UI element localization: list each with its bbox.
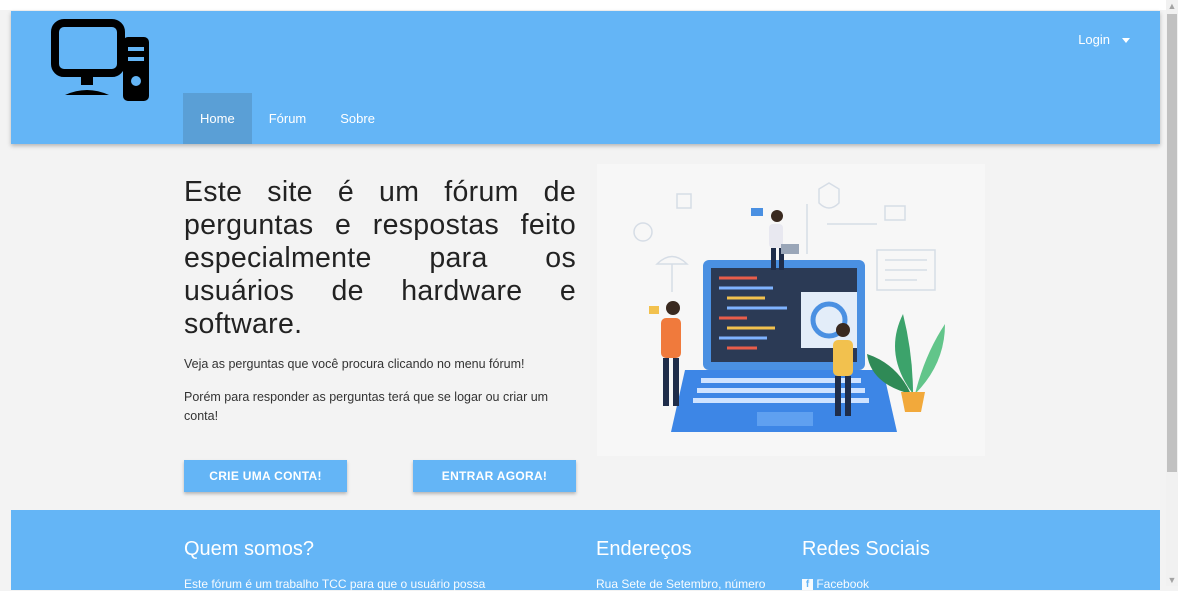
login-label: Login (1078, 32, 1110, 47)
main-nav: Home Fórum Sobre (183, 93, 392, 144)
social-heading: Redes Sociais (802, 538, 930, 560)
vertical-scrollbar[interactable]: ▲ ▼ (1166, 0, 1178, 586)
nav-item-home[interactable]: Home (183, 93, 252, 144)
computer-monitor-tower-icon[interactable] (51, 19, 151, 103)
caret-down-icon (1122, 38, 1130, 44)
hero-paragraph-1: Veja as perguntas que você procura clica… (184, 357, 525, 371)
scroll-down-icon[interactable]: ▼ (1166, 574, 1178, 586)
about-text: Este fórum é um trabalho TCC para que o … (184, 577, 486, 591)
hero-paragraph-2: Porém para responder as perguntas terá q… (184, 390, 549, 423)
developer-laptop-illustration (597, 164, 985, 456)
about-heading: Quem somos? (184, 538, 315, 560)
scroll-up-icon[interactable]: ▲ (1166, 0, 1178, 12)
facebook-label: Facebook (816, 577, 870, 591)
login-dropdown[interactable]: Login (1078, 33, 1130, 47)
address-text: Rua Sete de Setembro, número (596, 577, 766, 591)
facebook-icon: f (802, 579, 813, 591)
nav-item-sobre[interactable]: Sobre (323, 93, 392, 144)
enter-now-button[interactable]: ENTRAR AGORA! (413, 460, 576, 492)
social-facebook-link[interactable]: f Facebook (802, 577, 869, 591)
scroll-thumb[interactable] (1167, 14, 1177, 472)
address-heading: Endereços (596, 538, 692, 560)
hero-title: Este site é um fórum de perguntas e resp… (184, 176, 576, 340)
create-account-button[interactable]: CRIE UMA CONTA! (184, 460, 347, 492)
top-strip (0, 0, 1166, 10)
nav-item-forum[interactable]: Fórum (252, 93, 324, 144)
site-footer: Quem somos? Este fórum é um trabalho TCC… (11, 510, 1160, 591)
site-header: Home Fórum Sobre Login (11, 11, 1160, 144)
